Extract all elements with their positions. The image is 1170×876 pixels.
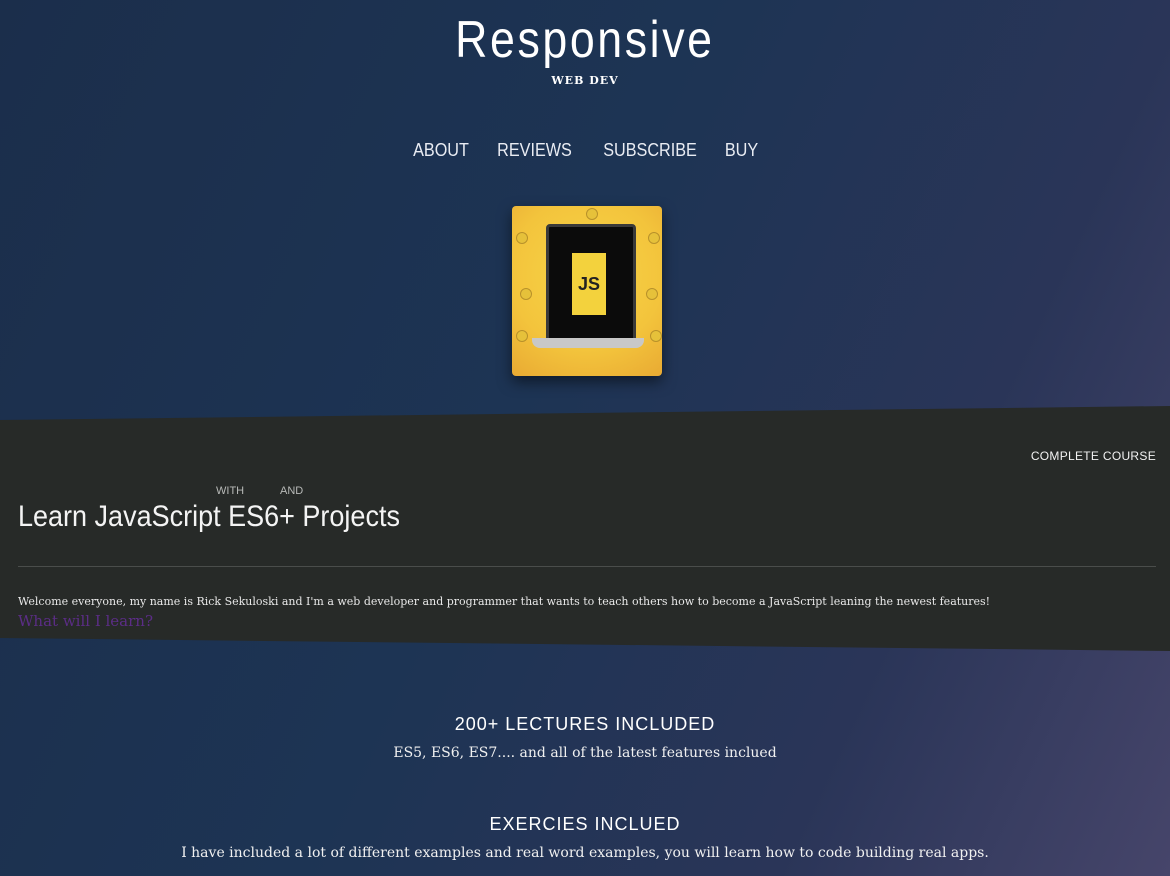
coin-icon bbox=[586, 208, 598, 220]
coin-icon bbox=[648, 232, 660, 244]
tag-and: AND bbox=[280, 485, 304, 497]
main-nav: ABOUT REVIEWS SUBSCRIBE BUY bbox=[0, 140, 1170, 161]
divider bbox=[18, 566, 1156, 567]
laptop-icon: JS bbox=[546, 224, 636, 342]
course-badge: COMPLETE COURSE bbox=[1030, 449, 1156, 463]
coin-icon bbox=[516, 232, 528, 244]
course-title: Learn JavaScript ES6+ Projects bbox=[18, 500, 400, 533]
feature-title: 200+ LECTURES INCLUDED bbox=[454, 714, 716, 734]
welcome-text: Welcome everyone, my name is Rick Sekulo… bbox=[18, 595, 991, 608]
feature-title: EXERCIES INCLUED bbox=[489, 814, 681, 834]
feature-lectures: 200+ LECTURES INCLUDED ES5, ES6, ES7....… bbox=[0, 714, 1170, 761]
coin-icon bbox=[520, 288, 532, 300]
nav-item-reviews[interactable]: REVIEWS bbox=[498, 140, 573, 161]
laptop-base bbox=[532, 338, 644, 348]
tag-with: WITH bbox=[216, 485, 245, 497]
nav-item-about[interactable]: ABOUT bbox=[413, 140, 469, 161]
coin-icon bbox=[516, 330, 528, 342]
learn-link[interactable]: What will I learn? bbox=[18, 612, 153, 630]
brand-title: Responsive bbox=[455, 11, 715, 69]
nav-item-subscribe[interactable]: SUBSCRIBE bbox=[603, 140, 697, 161]
feature-text: ES5, ES6, ES7.... and all of the latest … bbox=[393, 745, 777, 761]
course-logo: JS bbox=[512, 206, 662, 376]
brand: Responsive WEB DEV bbox=[0, 8, 1170, 87]
feature-exercises: EXERCIES INCLUED I have included a lot o… bbox=[0, 814, 1170, 861]
coin-icon bbox=[646, 288, 658, 300]
brand-subtitle: WEB DEV bbox=[551, 74, 619, 87]
coin-icon bbox=[650, 330, 662, 342]
js-logo: JS bbox=[572, 253, 606, 315]
feature-text: I have included a lot of different examp… bbox=[181, 845, 989, 861]
nav-item-buy[interactable]: BUY bbox=[725, 140, 758, 161]
